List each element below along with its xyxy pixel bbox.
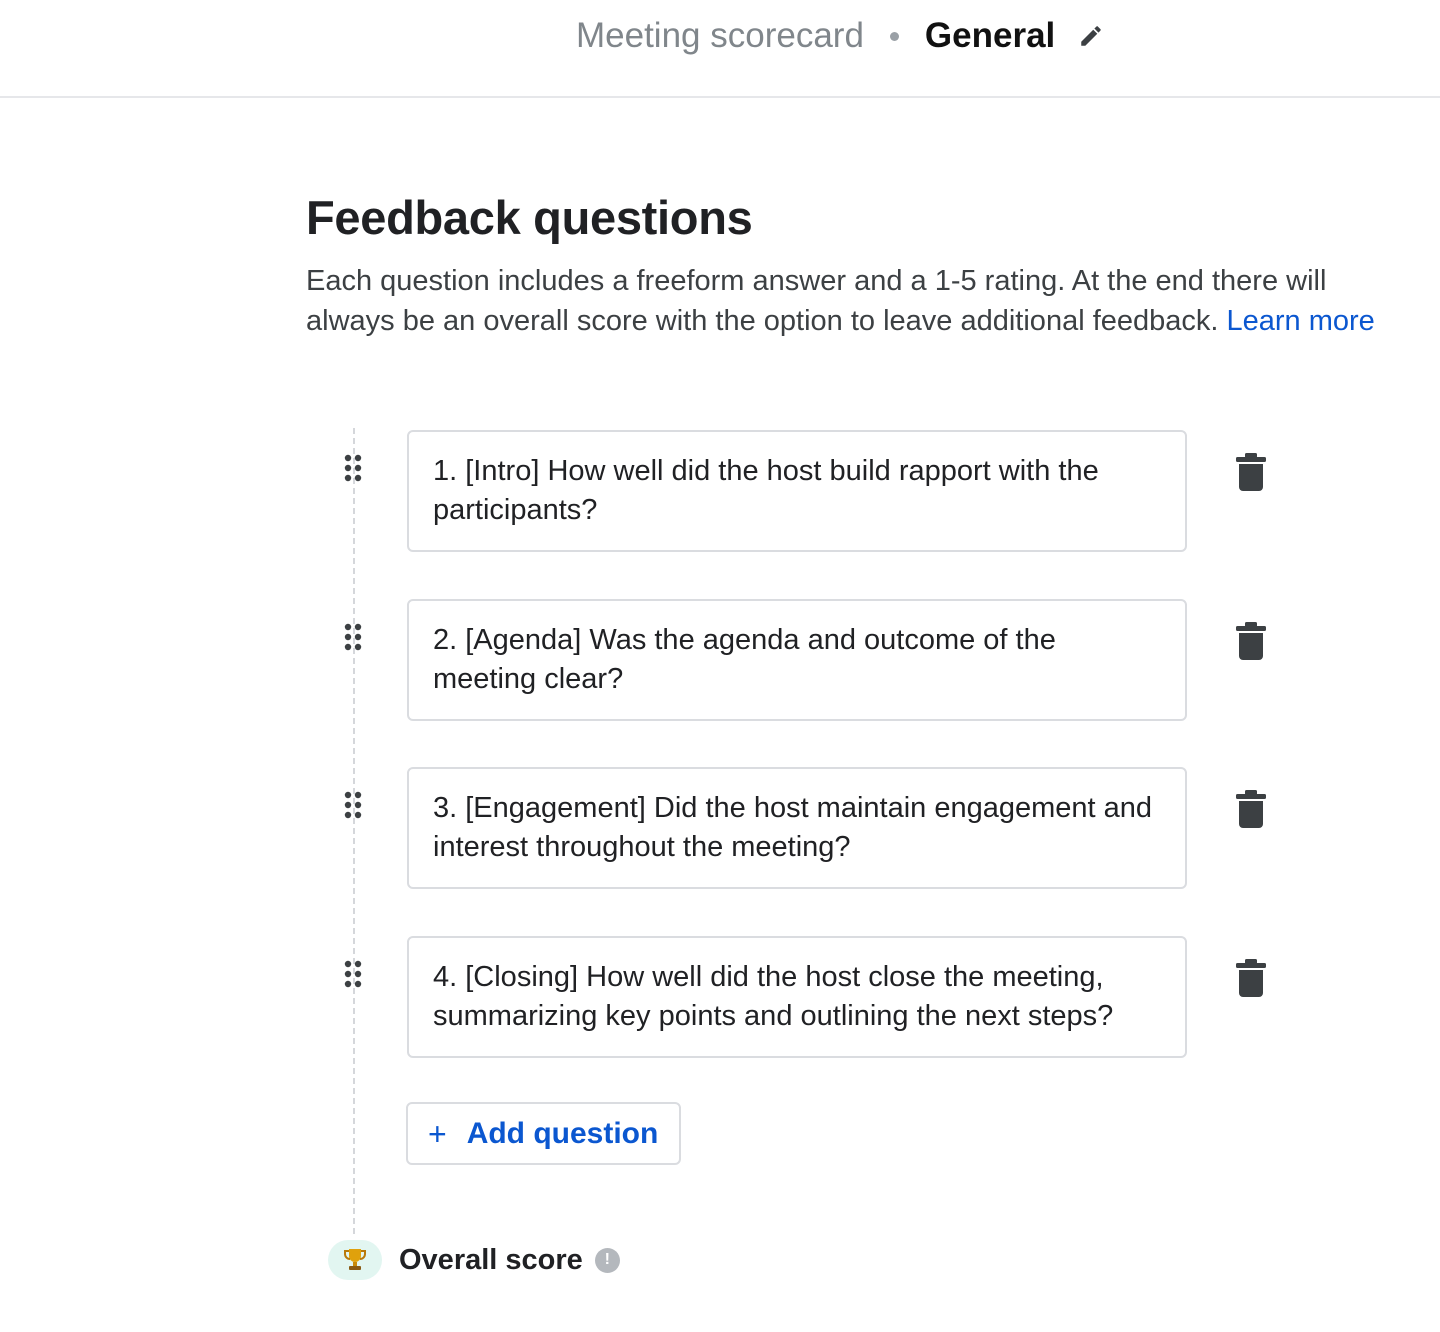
drag-handle-icon[interactable] xyxy=(342,789,366,821)
question-input[interactable]: 4. [Closing] How well did the host close… xyxy=(407,936,1187,1058)
top-header: Meeting scorecard General xyxy=(0,0,1440,98)
question-input[interactable]: 3. [Engagement] Did the host maintain en… xyxy=(407,767,1187,889)
plus-icon: + xyxy=(428,1115,447,1152)
add-question-label: Add question xyxy=(466,1116,659,1150)
trash-icon[interactable] xyxy=(1235,958,1267,998)
question-row: 4. [Closing] How well did the host close… xyxy=(330,936,1290,1058)
trash-icon[interactable] xyxy=(1235,452,1267,492)
overall-score-label: Overall score xyxy=(399,1243,583,1276)
breadcrumb: Meeting scorecard General xyxy=(576,14,1105,58)
question-input[interactable]: 1. [Intro] How well did the host build r… xyxy=(407,430,1187,552)
question-row: 1. [Intro] How well did the host build r… xyxy=(330,430,1290,552)
breadcrumb-separator-dot xyxy=(889,31,899,41)
learn-more-link[interactable]: Learn more xyxy=(1227,305,1375,337)
trash-icon[interactable] xyxy=(1235,621,1267,661)
question-row: 3. [Engagement] Did the host maintain en… xyxy=(330,767,1290,889)
breadcrumb-current: General xyxy=(924,16,1056,55)
description-text: Each question includes a freeform answer… xyxy=(306,265,1327,337)
drag-handle-icon[interactable] xyxy=(342,621,366,653)
section-description: Each question includes a freeform answer… xyxy=(306,262,1386,341)
add-question-button[interactable]: + Add question xyxy=(406,1102,681,1165)
info-icon[interactable]: ! xyxy=(594,1247,620,1273)
question-row: 2. [Agenda] Was the agenda and outcome o… xyxy=(330,599,1290,721)
drag-handle-icon[interactable] xyxy=(342,958,366,990)
question-input[interactable]: 2. [Agenda] Was the agenda and outcome o… xyxy=(407,599,1187,721)
drag-handle-icon[interactable] xyxy=(342,452,366,484)
pencil-icon[interactable] xyxy=(1077,22,1105,50)
breadcrumb-parent[interactable]: Meeting scorecard xyxy=(576,16,864,56)
trophy-icon xyxy=(328,1240,382,1280)
trash-icon[interactable] xyxy=(1235,789,1267,829)
overall-score: Overall score ! xyxy=(328,1240,620,1280)
page-title: Feedback questions xyxy=(306,191,753,244)
